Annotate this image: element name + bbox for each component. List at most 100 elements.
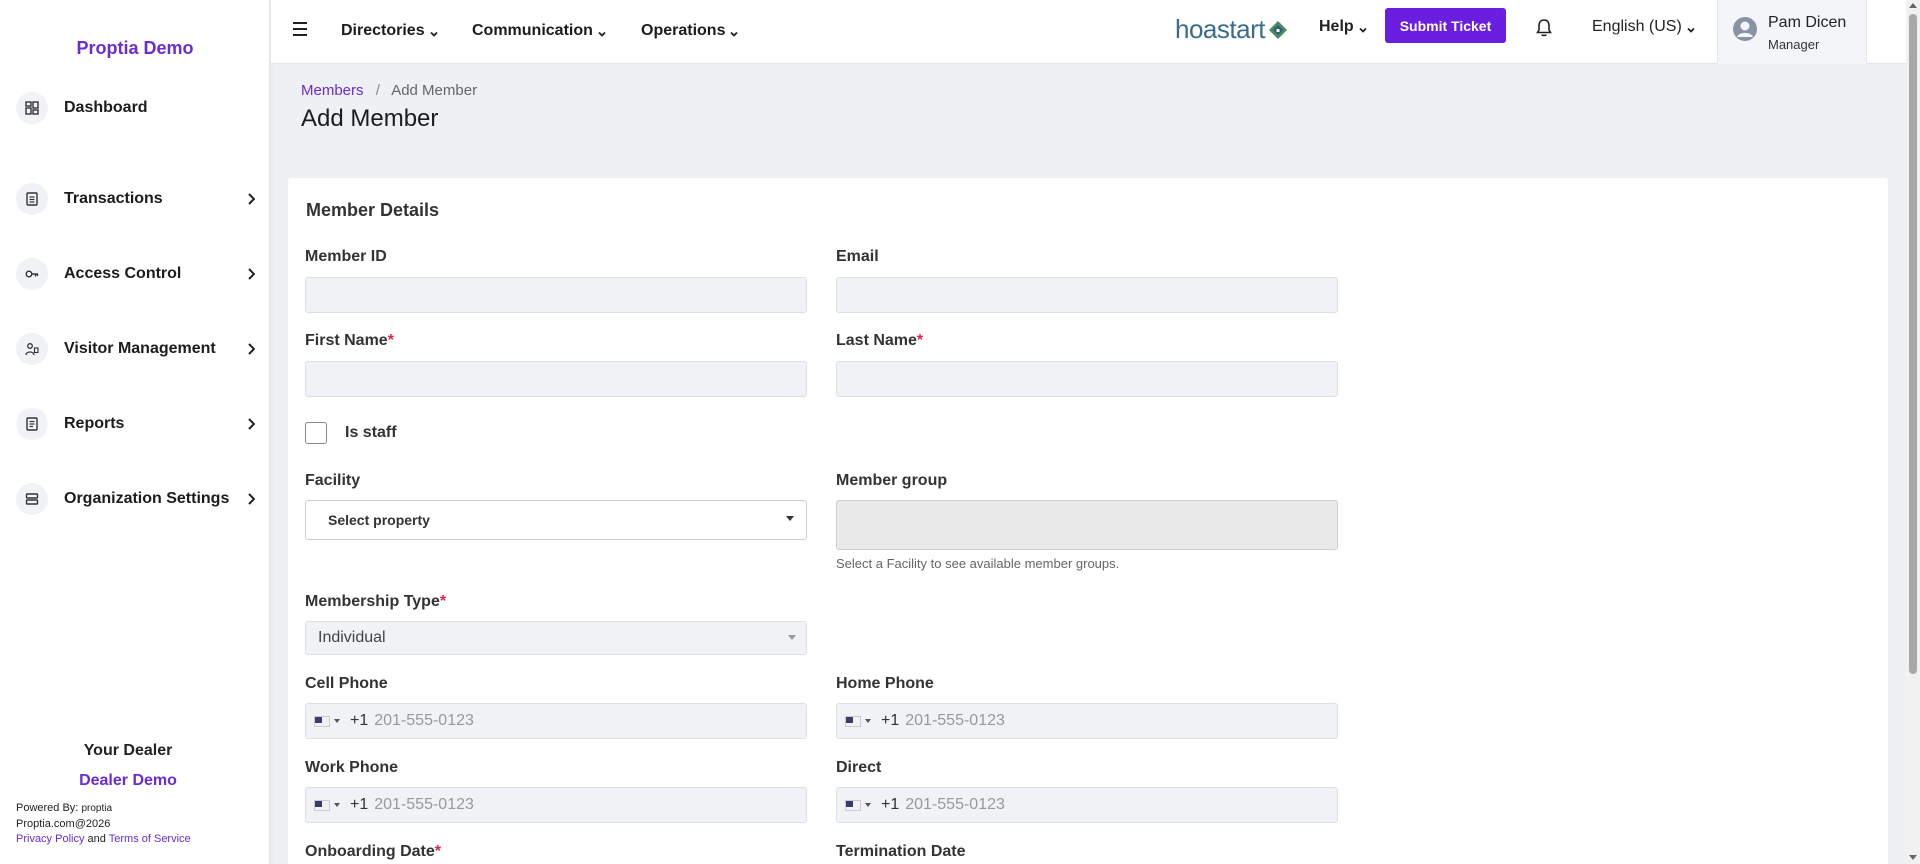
required-marker: * — [916, 332, 924, 349]
chevron-down-icon — [1686, 22, 1696, 33]
logo-text: hoastart — [1175, 14, 1265, 44]
caret-down-icon — [788, 635, 796, 640]
dealer-title: Your Dealer — [83, 742, 173, 759]
onboarding-date-label: Onboarding Date* — [305, 843, 441, 861]
sidebar-item-access-control[interactable]: Access Control — [16, 236, 256, 311]
menu-communication[interactable]: Communication — [472, 22, 607, 40]
member-id-input[interactable] — [305, 277, 807, 313]
house-icon — [1268, 20, 1287, 39]
facility-label: Facility — [305, 472, 361, 489]
direct-phone-field: +1 — [836, 787, 1338, 823]
first-name-label-text: First Name — [305, 332, 388, 349]
sidebar-item-transactions[interactable]: Transactions — [16, 161, 256, 236]
bell-icon[interactable] — [1535, 18, 1553, 38]
brand-name[interactable]: Proptia Demo — [0, 38, 270, 59]
user-avatar-icon — [1733, 17, 1757, 41]
sidebar: Proptia Demo Dashboard Transactions Acce… — [0, 0, 270, 864]
report-icon — [16, 407, 48, 440]
breadcrumb-separator: / — [375, 82, 380, 99]
privacy-policy-link[interactable]: Privacy Policy — [16, 833, 84, 845]
home-phone-input[interactable] — [905, 712, 1286, 730]
country-code-selector[interactable] — [306, 704, 340, 738]
last-name-input[interactable] — [836, 361, 1338, 397]
menu-operations[interactable]: Operations — [641, 22, 739, 40]
sidebar-item-dashboard[interactable]: Dashboard — [16, 86, 256, 130]
required-marker: * — [387, 332, 394, 349]
country-code-selector[interactable] — [306, 788, 340, 822]
country-code-selector[interactable] — [837, 704, 871, 738]
direct-phone-input[interactable] — [905, 796, 1286, 814]
powered-brand: proptia — [81, 803, 113, 814]
dial-code: +1 — [881, 712, 900, 729]
user-role: Manager — [1768, 37, 1820, 52]
scroll-down-arrow-icon[interactable] — [1909, 855, 1917, 860]
topbar: Directories Communication Operations hoa… — [271, 0, 1906, 64]
submit-ticket-button[interactable]: Submit Ticket — [1385, 8, 1506, 43]
membership-type-value: Individual — [318, 629, 386, 646]
home-phone-field: +1 — [836, 703, 1338, 739]
email-label: Email — [836, 248, 879, 265]
member-group-select — [836, 500, 1338, 550]
sidebar-item-reports[interactable]: Reports — [16, 386, 256, 461]
cell-phone-input[interactable] — [374, 712, 755, 730]
language-selector[interactable]: English (US) — [1592, 18, 1696, 36]
scroll-thumb[interactable] — [1909, 14, 1917, 674]
help-label: Help — [1319, 18, 1354, 35]
is-staff-label: Is staff — [345, 424, 397, 441]
caret-down-icon — [865, 803, 871, 807]
section-title: Member Details — [306, 200, 440, 220]
membership-type-select[interactable]: Individual — [305, 621, 807, 655]
cell-phone-label: Cell Phone — [305, 675, 388, 692]
chevron-down-icon — [729, 26, 739, 37]
is-staff-checkbox[interactable] — [305, 422, 327, 444]
key-icon — [16, 257, 48, 290]
required-marker: * — [439, 593, 447, 610]
last-name-label: Last Name* — [836, 332, 923, 350]
facility-select[interactable]: Select property — [305, 500, 807, 540]
user-menu[interactable]: Pam Dicen Manager — [1717, 0, 1867, 64]
server-icon — [16, 482, 48, 515]
terms-of-service-link[interactable]: Terms of Service — [109, 833, 191, 845]
dealer-name[interactable]: Dealer Demo — [0, 772, 256, 790]
menu-directories[interactable]: Directories — [341, 22, 439, 40]
us-flag-icon — [845, 799, 861, 811]
hoastart-logo: hoastart — [1175, 14, 1289, 45]
last-name-label-text: Last Name — [836, 332, 917, 349]
chevron-down-icon — [1358, 22, 1368, 33]
sidebar-item-label: Organization Settings — [64, 489, 230, 507]
hamburger-menu-icon[interactable] — [293, 22, 309, 38]
powered-by: Powered By: proptia — [16, 802, 112, 814]
us-flag-icon — [314, 799, 330, 811]
scroll-up-arrow-icon[interactable] — [1909, 3, 1917, 8]
email-input[interactable] — [836, 277, 1338, 313]
help-menu[interactable]: Help — [1319, 18, 1368, 36]
copyright: Proptia.com@2026 — [16, 818, 111, 830]
sidebar-item-label: Visitor Management — [64, 339, 216, 357]
caret-down-icon — [786, 516, 794, 521]
chevron-down-icon — [429, 26, 439, 37]
member-group-hint: Select a Facility to see available membe… — [836, 556, 1120, 571]
menu-label: Directories — [341, 22, 425, 39]
visitor-icon — [16, 332, 48, 365]
first-name-input[interactable] — [305, 361, 807, 397]
caret-down-icon — [865, 719, 871, 723]
and-text: and — [87, 833, 106, 845]
country-code-selector[interactable] — [837, 788, 871, 822]
sidebar-item-label: Access Control — [64, 264, 182, 282]
breadcrumb: Members / Add Member — [301, 82, 477, 99]
page-title: Add Member — [301, 105, 439, 132]
chevron-right-icon — [246, 192, 256, 206]
work-phone-input[interactable] — [374, 796, 755, 814]
sidebar-item-organization-settings[interactable]: Organization Settings — [16, 461, 256, 536]
language-label: English (US) — [1592, 18, 1682, 35]
menu-label: Operations — [641, 22, 726, 39]
facility-select-placeholder: Select property — [328, 512, 430, 528]
sidebar-item-label: Transactions — [64, 189, 163, 207]
breadcrumb-members-link[interactable]: Members — [301, 82, 364, 99]
member-id-label: Member ID — [305, 248, 387, 265]
sidebar-nav: Dashboard Transactions Access Control Vi… — [16, 86, 256, 536]
sidebar-item-label: Dashboard — [64, 99, 148, 116]
sidebar-item-visitor-management[interactable]: Visitor Management — [16, 311, 256, 386]
membership-type-label: Membership Type* — [305, 593, 446, 611]
page-scrollbar[interactable] — [1906, 0, 1920, 864]
